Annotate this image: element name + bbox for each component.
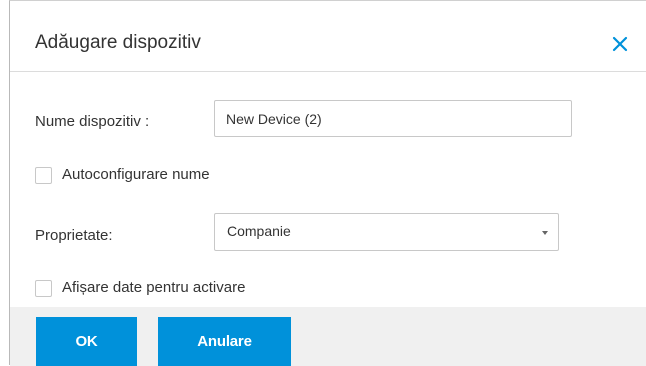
device-name-input[interactable] bbox=[214, 100, 572, 137]
property-label: Proprietate: bbox=[35, 227, 113, 244]
dialog-footer: OK Anulare bbox=[10, 307, 646, 366]
close-button[interactable] bbox=[610, 34, 630, 54]
add-device-dialog: Adăugare dispozitiv Nume dispozitiv : Au… bbox=[9, 0, 646, 366]
chevron-down-icon bbox=[542, 231, 548, 235]
cancel-button[interactable]: Anulare bbox=[158, 317, 291, 366]
dialog-title: Adăugare dispozitiv bbox=[35, 32, 201, 53]
property-select[interactable]: Companie bbox=[214, 213, 559, 251]
ok-button[interactable]: OK bbox=[36, 317, 137, 366]
device-name-label: Nume dispozitiv : bbox=[35, 113, 150, 130]
show-activation-data-checkbox[interactable] bbox=[35, 279, 52, 297]
show-activation-data-label: Afișare date pentru activare bbox=[62, 279, 246, 296]
page-background: Adăugare dispozitiv Nume dispozitiv : Au… bbox=[0, 0, 646, 366]
show-activation-data-checkbox-row[interactable]: Afișare date pentru activare bbox=[35, 279, 245, 297]
auto-config-name-label: Autoconfigurare nume bbox=[62, 166, 210, 183]
property-selected-value: Companie bbox=[227, 223, 291, 239]
auto-config-name-checkbox-row[interactable]: Autoconfigurare nume bbox=[35, 166, 210, 184]
auto-config-name-checkbox[interactable] bbox=[35, 166, 52, 184]
close-icon bbox=[612, 36, 628, 52]
dialog-header: Adăugare dispozitiv bbox=[10, 1, 646, 72]
